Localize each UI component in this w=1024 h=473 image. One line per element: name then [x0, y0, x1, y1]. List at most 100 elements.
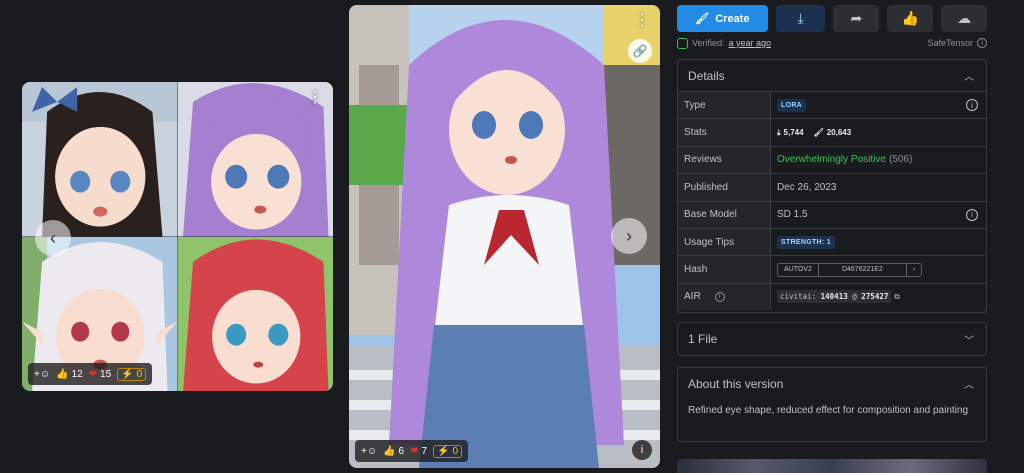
- about-title: About this version: [688, 376, 784, 391]
- row-label: Published: [678, 174, 771, 201]
- bolt-icon: ⚡: [121, 368, 134, 380]
- published-date: Dec 26, 2023: [777, 181, 837, 193]
- details-row-stats: Stats ⤓ 5,744 🖌 20,643: [678, 118, 986, 146]
- downloads-count: 5,744: [783, 128, 804, 138]
- chevron-right-icon: ›: [626, 225, 632, 246]
- files-title: 1 File: [688, 332, 718, 346]
- like-reaction[interactable]: 👍 12: [56, 369, 83, 380]
- base-model-value: SD 1.5: [777, 209, 808, 221]
- bolt-icon: ⚡: [437, 445, 450, 457]
- generations-count: 20,643: [826, 128, 852, 138]
- file-format: SafeTensor: [927, 38, 973, 48]
- add-reaction-button[interactable]: +☺: [34, 369, 50, 380]
- heart-icon: ❤: [88, 368, 98, 380]
- link-icon[interactable]: 🔗: [628, 39, 652, 63]
- chevron-up-icon: ︿: [964, 72, 974, 83]
- info-icon[interactable]: i: [714, 291, 725, 302]
- review-count: (506): [888, 154, 913, 166]
- air-code: civitai: 140413 @ 275427: [777, 290, 892, 304]
- image-info-button[interactable]: i: [632, 440, 652, 460]
- verified-time-link[interactable]: a year ago: [729, 38, 772, 48]
- gallery-card-grid[interactable]: ⋮ ‹ +☺ 👍 12 ❤ 15 ⚡ 0: [22, 82, 333, 391]
- thumbs-up-icon: 👍: [901, 10, 919, 26]
- buzz-tip-button[interactable]: ⚡ 0: [117, 367, 147, 381]
- verified-label: Verified:: [692, 38, 725, 48]
- info-icon[interactable]: i: [966, 208, 978, 221]
- chevron-left-icon: ‹: [50, 227, 56, 248]
- row-label: Usage Tips: [678, 228, 771, 256]
- reaction-bar[interactable]: +☺ 👍 6 ❤ 7 ⚡ 0: [355, 440, 469, 462]
- create-label: Create: [715, 12, 750, 25]
- details-row-usage-tips: Usage Tips STRENGTH: 1: [678, 227, 986, 256]
- about-description: Refined eye shape, reduced effect for co…: [688, 405, 968, 416]
- row-label: Type: [678, 92, 771, 119]
- row-label: Base Model: [678, 201, 771, 228]
- details-row-type: Type LORA i: [678, 91, 986, 119]
- chevron-up-icon: ︿: [964, 380, 974, 391]
- share-button[interactable]: ➦: [833, 5, 880, 32]
- bounty-button[interactable]: ☁: [941, 5, 987, 32]
- like-button[interactable]: 👍: [887, 5, 934, 32]
- heart-icon: ❤: [410, 445, 419, 457]
- about-accordion: About this version ︿ Refined eye shape, …: [677, 367, 987, 442]
- hash-type[interactable]: AUTOV2: [778, 263, 819, 276]
- strength-badge: STRENGTH: 1: [777, 235, 835, 249]
- heart-reaction[interactable]: ❤ 15: [89, 369, 112, 380]
- details-row-reviews: Reviews Overwhelmingly Positive (506): [678, 145, 986, 174]
- more-vertical-icon[interactable]: ⋮: [634, 13, 650, 29]
- like-count: 12: [71, 368, 83, 380]
- image-red-hair-girl: [177, 236, 333, 391]
- brush-icon: 🖌: [695, 13, 710, 25]
- verification-row: Verified: a year ago SafeTensor i: [677, 36, 987, 50]
- row-label-with-info: AIR i: [678, 283, 771, 311]
- details-row-air: AIR i civitai: 140413 @ 275427 ⧉: [678, 282, 986, 311]
- more-vertical-icon[interactable]: ⋮: [307, 90, 323, 106]
- files-accordion[interactable]: 1 File ﹀: [677, 322, 987, 356]
- details-header[interactable]: Details ︿: [678, 60, 986, 91]
- thumbs-up-icon: 👍: [56, 368, 69, 380]
- next-image-button[interactable]: ›: [611, 218, 647, 254]
- details-row-base-model: Base Model SD 1.5 i: [678, 200, 986, 228]
- info-icon[interactable]: i: [966, 99, 978, 112]
- download-button[interactable]: ⤓: [775, 5, 826, 32]
- download-icon: ⤓: [777, 127, 781, 137]
- air-model-id: 140413: [820, 292, 848, 302]
- create-button[interactable]: 🖌 Create: [677, 5, 768, 32]
- heart-count: 7: [421, 445, 428, 457]
- row-label: Hash: [678, 256, 771, 283]
- row-label: Stats: [678, 119, 771, 146]
- air-version-id: 275427: [861, 292, 889, 302]
- chevron-right-icon[interactable]: ›: [907, 264, 921, 276]
- generations-stat: 🖌 20,643: [814, 128, 852, 137]
- buzz-count: 0: [452, 445, 459, 457]
- cloud-lightning-icon: ☁: [957, 10, 972, 26]
- buzz-tip-button[interactable]: ⚡ 0: [433, 444, 463, 458]
- gallery-card-main[interactable]: ⋮ 🔗 › +☺ 👍 6 ❤ 7 ⚡ 0 i: [349, 5, 660, 468]
- share-icon: ➦: [850, 10, 863, 26]
- image-dark-hair-girl: [22, 82, 178, 237]
- add-reaction-button[interactable]: +☺: [361, 446, 377, 457]
- about-header[interactable]: About this version ︿: [678, 368, 986, 399]
- details-row-hash: Hash AUTOV2 D4676221E2 ›: [678, 255, 986, 283]
- like-reaction[interactable]: 👍 6: [383, 446, 404, 457]
- heart-reaction[interactable]: ❤ 7: [410, 446, 427, 457]
- info-icon: i: [640, 444, 644, 456]
- hash-selector[interactable]: AUTOV2 D4676221E2 ›: [777, 262, 923, 277]
- downloads-stat: ⤓ 5,744: [777, 128, 804, 138]
- like-count: 6: [398, 445, 405, 457]
- previous-image-button[interactable]: ‹: [35, 220, 71, 256]
- action-bar: 🖌 Create ⤓ ➦ 👍 ☁: [677, 5, 987, 32]
- row-label: Reviews: [678, 146, 771, 174]
- thumbs-up-icon: 👍: [383, 445, 396, 457]
- shield-check-icon: [677, 37, 688, 49]
- review-summary-link[interactable]: Overwhelmingly Positive: [777, 154, 886, 165]
- details-accordion: Details ︿ Type LORA i Stats ⤓ 5,744 🖌 20,6…: [677, 59, 987, 313]
- reaction-bar[interactable]: +☺ 👍 12 ❤ 15 ⚡ 0: [28, 363, 153, 385]
- download-icon: ⤓: [797, 10, 804, 26]
- row-label: AIR: [684, 291, 701, 303]
- hash-value[interactable]: D4676221E2: [819, 263, 907, 276]
- info-icon[interactable]: i: [977, 38, 987, 48]
- copy-icon[interactable]: ⧉: [894, 292, 899, 302]
- type-badge: LORA: [777, 98, 807, 112]
- air-identifier[interactable]: civitai: 140413 @ 275427 ⧉: [777, 290, 900, 304]
